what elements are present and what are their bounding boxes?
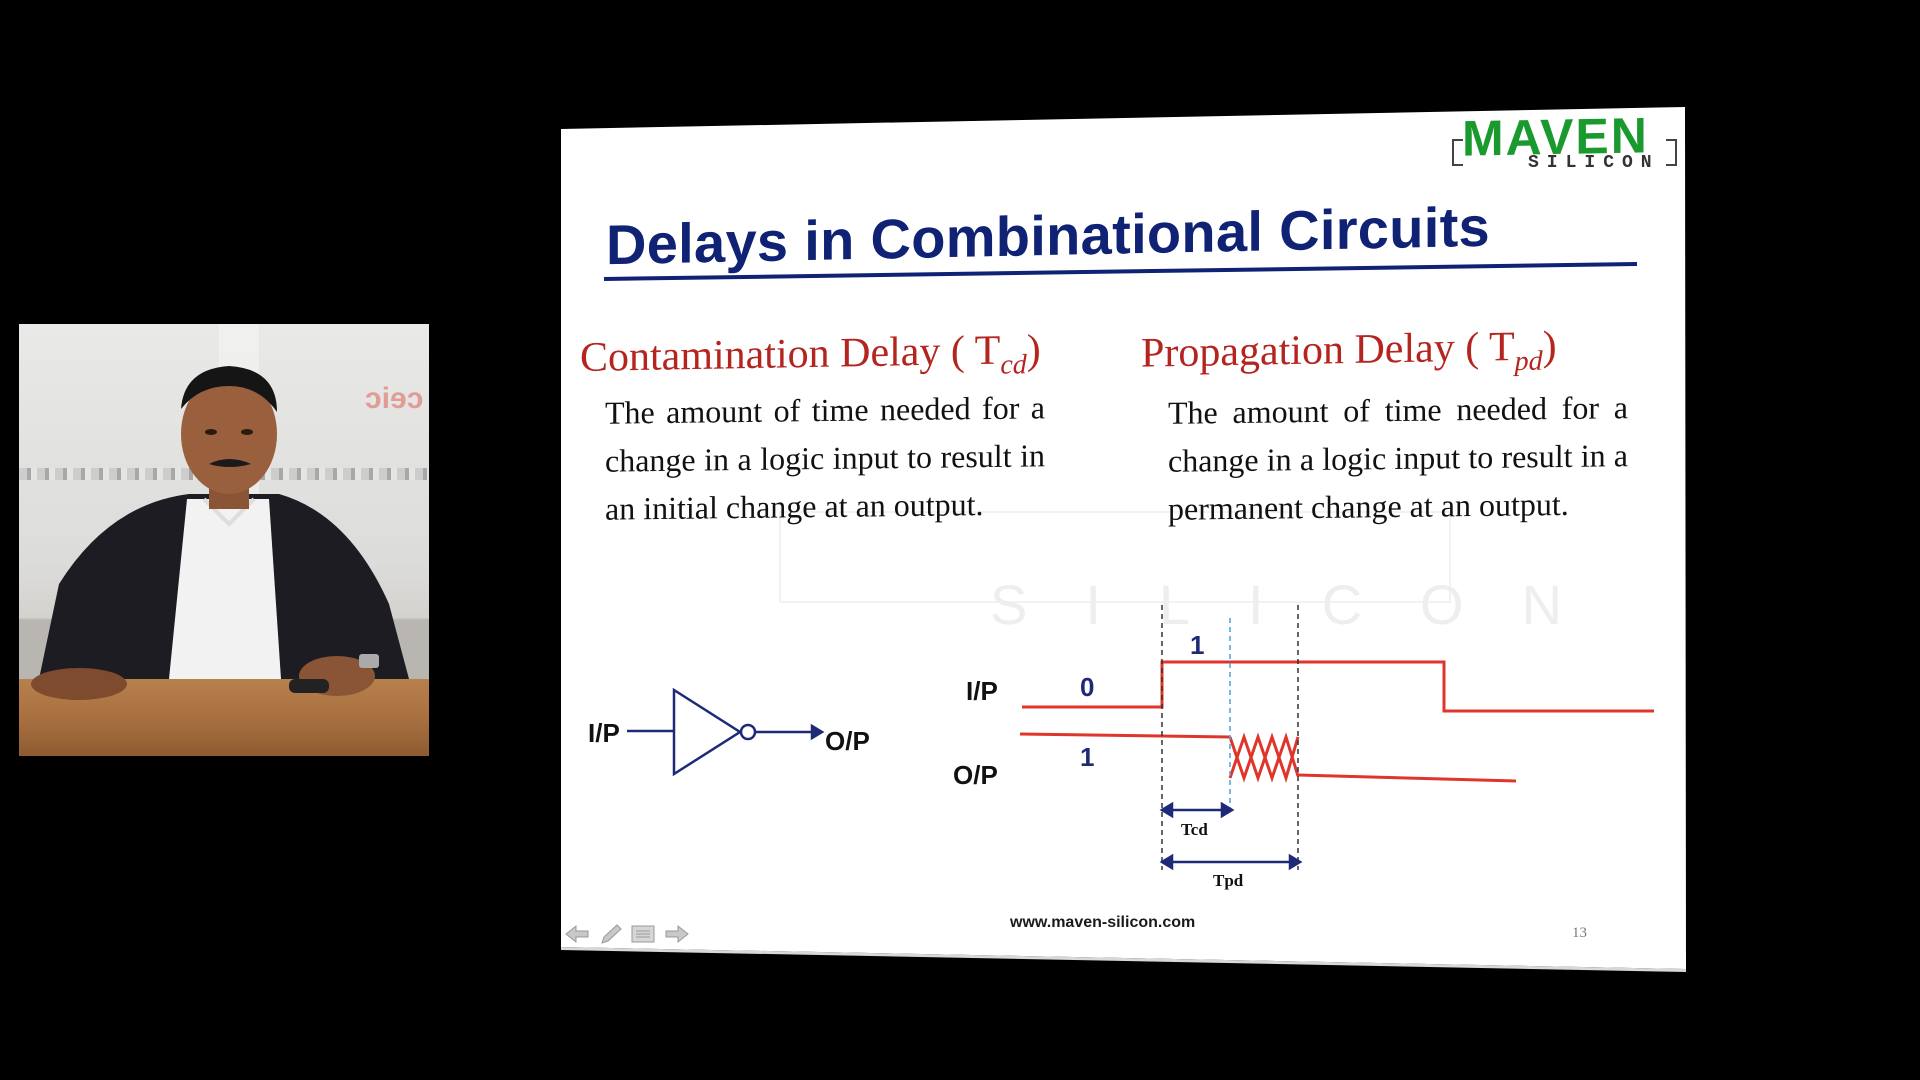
watermark-text: SILICON xyxy=(990,573,1621,636)
tcd-label: Tcd xyxy=(1181,820,1208,839)
output-high-level: 1 xyxy=(1080,742,1095,772)
contamination-heading: Contamination Delay ( Tcd) xyxy=(580,326,1041,389)
timing-output-label: O/P xyxy=(953,760,998,790)
pen-icon[interactable] xyxy=(598,923,624,945)
contamination-heading-text: Contamination Delay ( T xyxy=(580,327,1001,382)
slide: MAVEN SILICON SILICON Delays in Combinat… xyxy=(0,0,1920,1080)
propagation-heading: Propagation Delay ( Tpd) xyxy=(1141,322,1557,384)
timing-input-label: I/P xyxy=(966,676,998,706)
tpd-label: Tpd xyxy=(1213,871,1244,890)
input-low-level: 0 xyxy=(1080,672,1095,702)
brand-logo-sub: SILICON xyxy=(1528,153,1660,173)
propagation-heading-text: Propagation Delay ( T xyxy=(1141,324,1515,377)
page-number: 13 xyxy=(1572,925,1587,941)
menu-icon[interactable] xyxy=(630,923,656,945)
contamination-description: The amount of time needed for a change i… xyxy=(605,389,1045,527)
prev-arrow-icon[interactable] xyxy=(564,923,590,945)
inverter-output-label: O/P xyxy=(825,726,870,756)
footer-url: www.maven-silicon.com xyxy=(1010,914,1196,931)
propagation-heading-close: ) xyxy=(1542,323,1557,370)
inverter-input-label: I/P xyxy=(588,718,620,748)
contamination-heading-close: ) xyxy=(1026,326,1041,374)
input-high-level: 1 xyxy=(1190,630,1205,660)
next-arrow-icon[interactable] xyxy=(664,923,690,945)
propagation-subscript: pd xyxy=(1514,345,1543,378)
propagation-description: The amount of time needed for a change i… xyxy=(1168,389,1628,527)
contamination-subscript: cd xyxy=(1000,349,1027,381)
